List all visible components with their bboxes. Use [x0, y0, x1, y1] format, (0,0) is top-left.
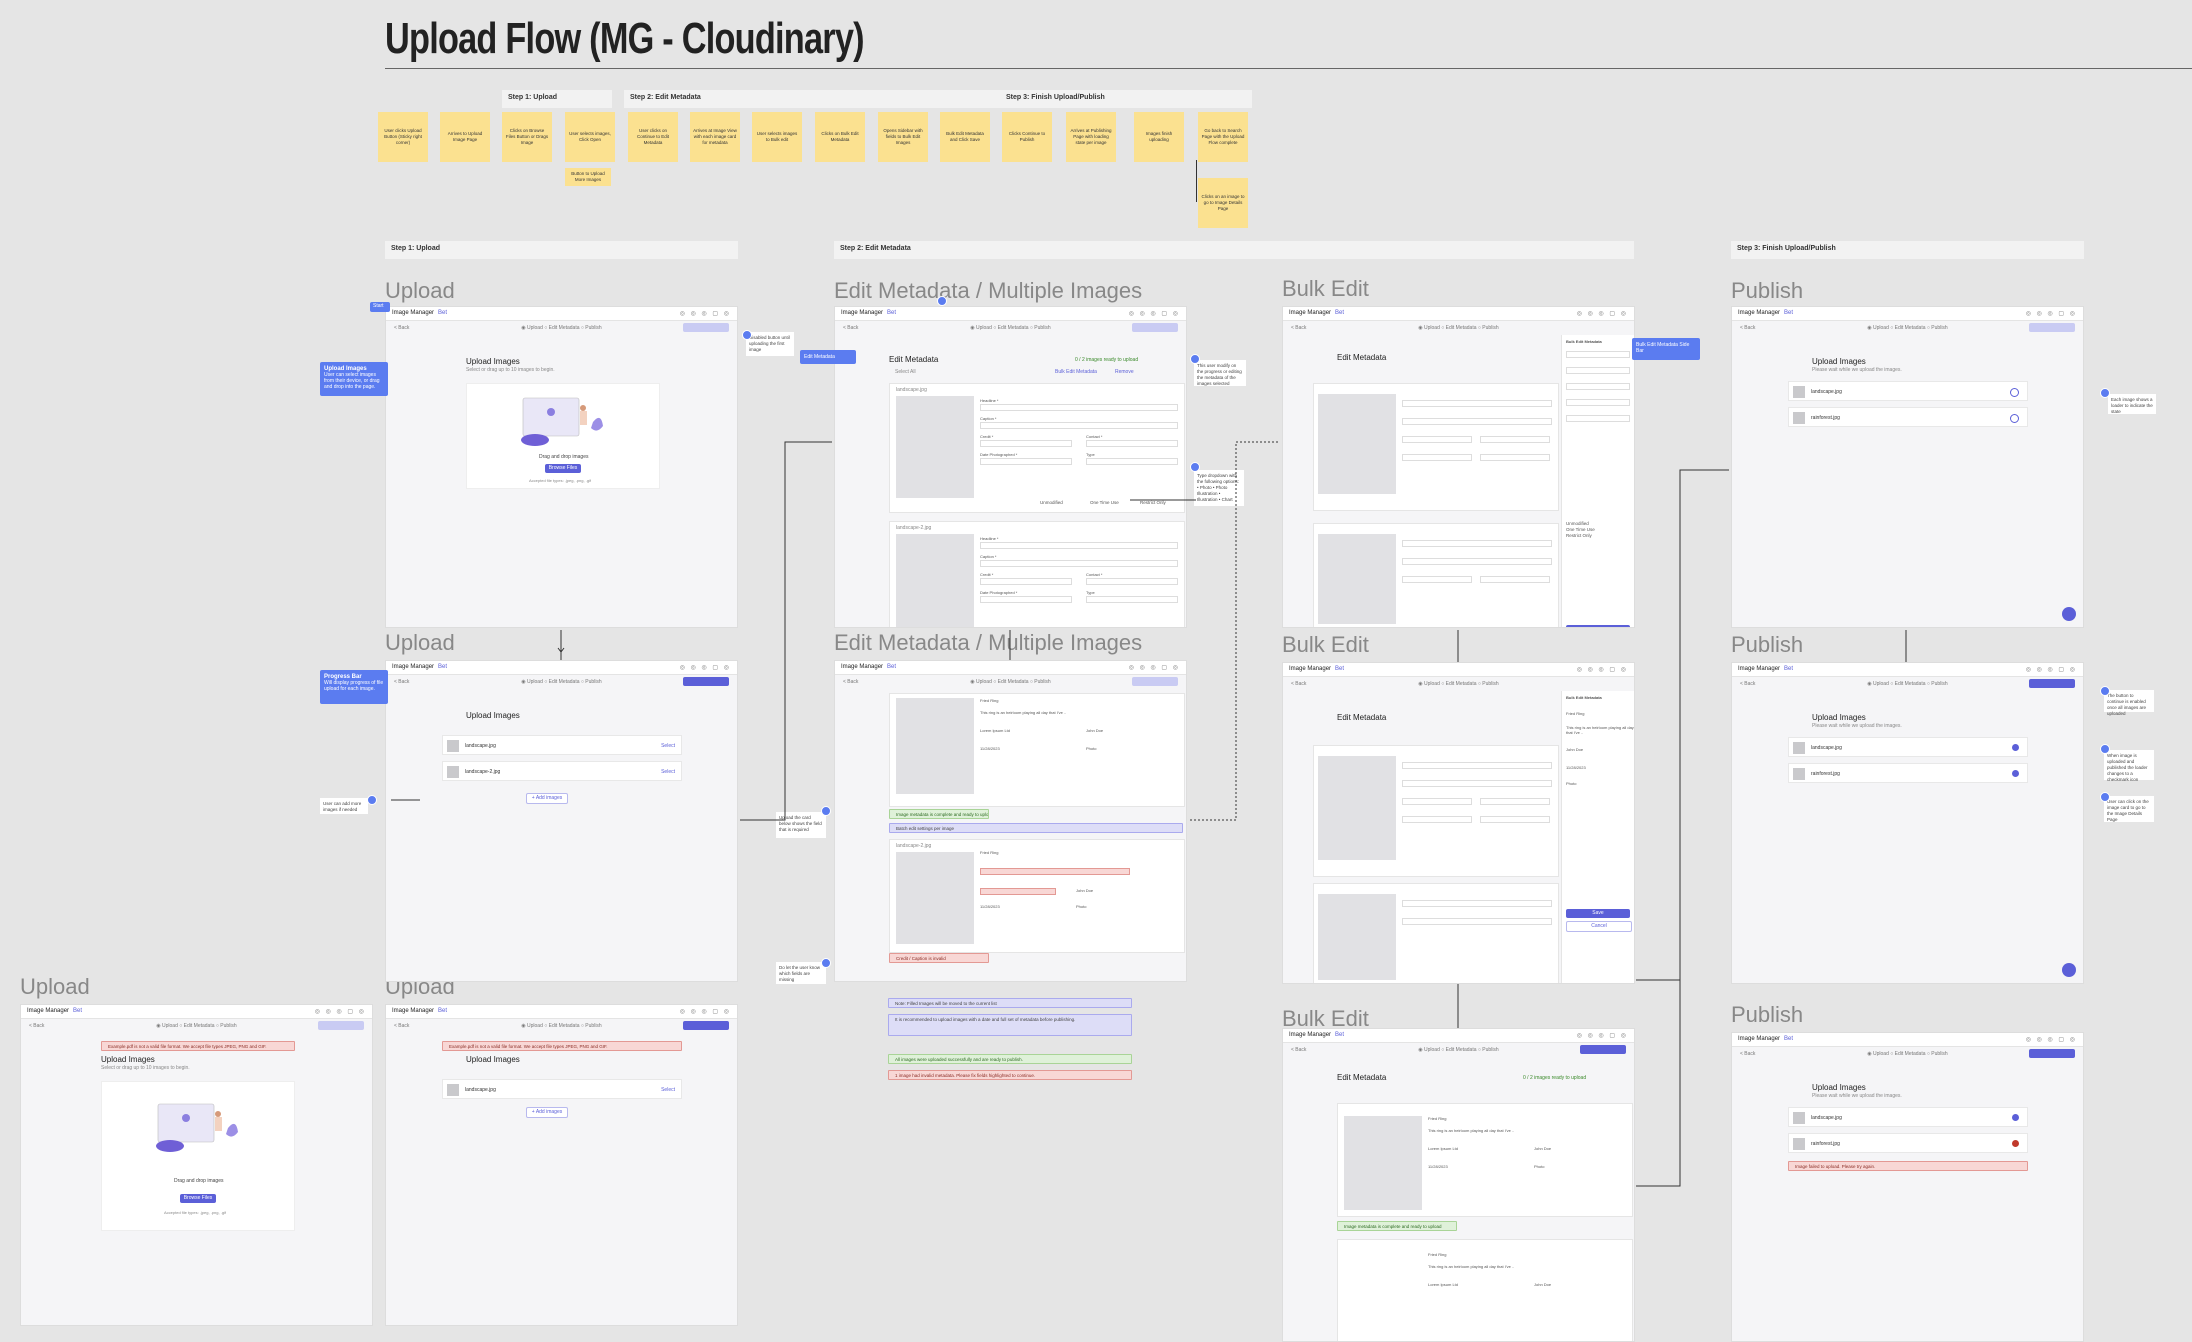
flow-connectors [391, 441, 1907, 1187]
